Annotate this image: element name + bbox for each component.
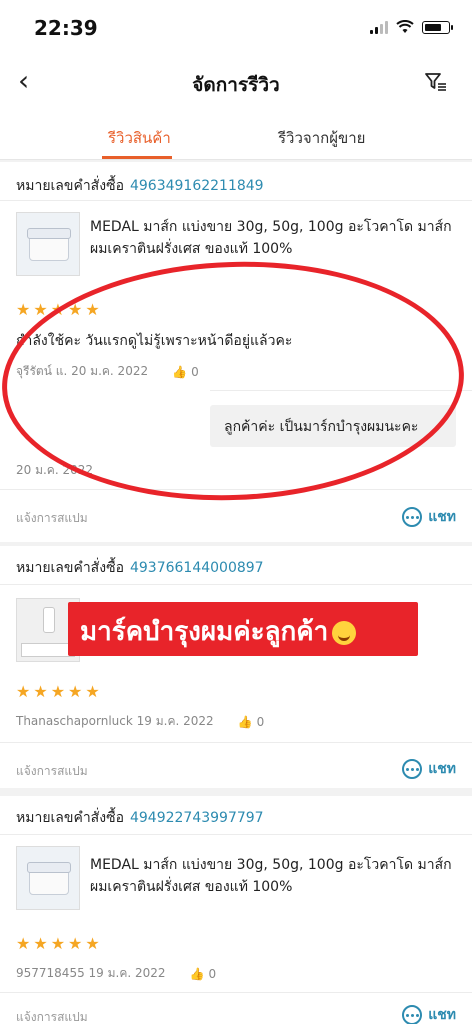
thumbs-up-icon: 👍 bbox=[172, 364, 188, 379]
like-button[interactable]: 👍 0 bbox=[172, 365, 199, 379]
chat-label: แชท bbox=[428, 1007, 456, 1023]
divider bbox=[0, 584, 472, 585]
tab-seller-reviews[interactable]: รีวิวจากผู้ขาย bbox=[278, 126, 365, 150]
divider bbox=[0, 200, 472, 201]
battery-icon bbox=[422, 20, 453, 34]
filter-icon[interactable] bbox=[424, 72, 448, 92]
nav-bar: ‹ จัดการรีวิว bbox=[0, 58, 472, 106]
order-label: หมายเลขคำสั่งซื้อ bbox=[16, 178, 124, 194]
reply-date: 20 ม.ค. 2022 bbox=[16, 463, 94, 477]
chat-icon bbox=[402, 759, 423, 779]
order-row: หมายเลขคำสั่งซื้อ 493766144000897 bbox=[16, 557, 264, 579]
order-number[interactable]: 493766144000897 bbox=[130, 560, 264, 576]
status-time: 22:39 bbox=[34, 16, 98, 40]
divider bbox=[0, 489, 472, 490]
thumbs-up-icon: 👍 bbox=[237, 714, 253, 729]
reviewer-date: Thanaschapornluck 19 ม.ค. 2022 bbox=[16, 714, 214, 728]
status-icons bbox=[370, 20, 453, 34]
divider bbox=[0, 742, 472, 743]
page-title: จัดการรีวิว bbox=[192, 74, 280, 96]
product-thumbnail[interactable] bbox=[16, 846, 80, 910]
like-button[interactable]: 👍 0 bbox=[238, 715, 265, 729]
order-number[interactable]: 494922743997797 bbox=[130, 810, 264, 826]
product-name[interactable]: MEDAL มาส์ก แบ่งขาย 30g, 50g, 100g อะโวค… bbox=[90, 854, 460, 898]
review-card: หมายเลขคำสั่งซื้อ 493766144000897 ★★★★★ T… bbox=[0, 546, 472, 788]
rating-stars: ★★★★★ bbox=[16, 300, 103, 319]
review-meta: จุรีรัตน์ แ. 20 ม.ค. 2022 👍 0 bbox=[16, 362, 199, 381]
review-tabs: รีวิวสินค้า รีวิวจากผู้ขาย bbox=[0, 106, 472, 160]
review-card: หมายเลขคำสั่งซื้อ 494922743997797 MEDAL ม… bbox=[0, 796, 472, 1024]
cellular-signal-icon bbox=[370, 20, 388, 34]
thumbs-up-icon: 👍 bbox=[189, 966, 205, 981]
tab-product-reviews[interactable]: รีวิวสินค้า bbox=[108, 126, 171, 150]
reviewer-date: 957718455 19 ม.ค. 2022 bbox=[16, 966, 166, 980]
product-thumbnail[interactable] bbox=[16, 212, 80, 276]
chat-button[interactable]: แชท bbox=[402, 758, 456, 780]
chat-button[interactable]: แชท bbox=[402, 1004, 456, 1024]
wifi-icon bbox=[396, 20, 414, 33]
order-row: หมายเลขคำสั่งซื้อ 494922743997797 bbox=[16, 807, 264, 829]
seller-reply: ลูกค้าค่ะ เป็นมาร์กบำรุงผมนะคะ bbox=[210, 405, 456, 447]
chat-label: แชท bbox=[428, 509, 456, 525]
product-name[interactable]: MEDAL มาส์ก แบ่งขาย 30g, 50g, 100g อะโวค… bbox=[90, 216, 460, 260]
reviewer-date: จุรีรัตน์ แ. 20 ม.ค. 2022 bbox=[16, 364, 149, 378]
divider bbox=[0, 834, 472, 835]
status-bar: 22:39 bbox=[0, 0, 472, 58]
divider bbox=[210, 390, 472, 391]
active-tab-indicator bbox=[102, 156, 172, 159]
annotation-text: มาร์คบำรุงผมค่ะลูกค้า bbox=[80, 617, 329, 647]
review-text: กำลังใช้คะ วันแรกดูไม่รู้เพราะหน้าดีอยู่… bbox=[16, 333, 293, 349]
order-label: หมายเลขคำสั่งซื้อ bbox=[16, 560, 124, 576]
chat-button[interactable]: แชท bbox=[402, 506, 456, 528]
rating-stars: ★★★★★ bbox=[16, 682, 103, 701]
review-card: หมายเลขคำสั่งซื้อ 496349162211849 MEDAL ม… bbox=[0, 162, 472, 542]
report-spam-link[interactable]: แจ้งการสแปม bbox=[16, 1008, 88, 1024]
report-spam-link[interactable]: แจ้งการสแปม bbox=[16, 762, 88, 781]
order-row: หมายเลขคำสั่งซื้อ 496349162211849 bbox=[16, 175, 264, 197]
like-count: 0 bbox=[191, 364, 199, 379]
order-label: หมายเลขคำสั่งซื้อ bbox=[16, 810, 124, 826]
laughing-emoji-icon bbox=[332, 620, 357, 645]
chat-icon bbox=[402, 1005, 423, 1024]
chat-label: แชท bbox=[428, 761, 456, 777]
review-meta: Thanaschapornluck 19 ม.ค. 2022 👍 0 bbox=[16, 712, 264, 731]
like-count: 0 bbox=[256, 714, 265, 729]
divider bbox=[0, 992, 472, 993]
review-meta: 957718455 19 ม.ค. 2022 👍 0 bbox=[16, 964, 216, 983]
like-button[interactable]: 👍 0 bbox=[190, 967, 217, 981]
annotation-banner: มาร์คบำรุงผมค่ะลูกค้า bbox=[68, 602, 418, 656]
like-count: 0 bbox=[208, 966, 217, 981]
report-spam-link[interactable]: แจ้งการสแปม bbox=[16, 509, 88, 528]
chat-icon bbox=[402, 507, 423, 527]
order-number[interactable]: 496349162211849 bbox=[130, 178, 264, 194]
rating-stars: ★★★★★ bbox=[16, 934, 103, 953]
